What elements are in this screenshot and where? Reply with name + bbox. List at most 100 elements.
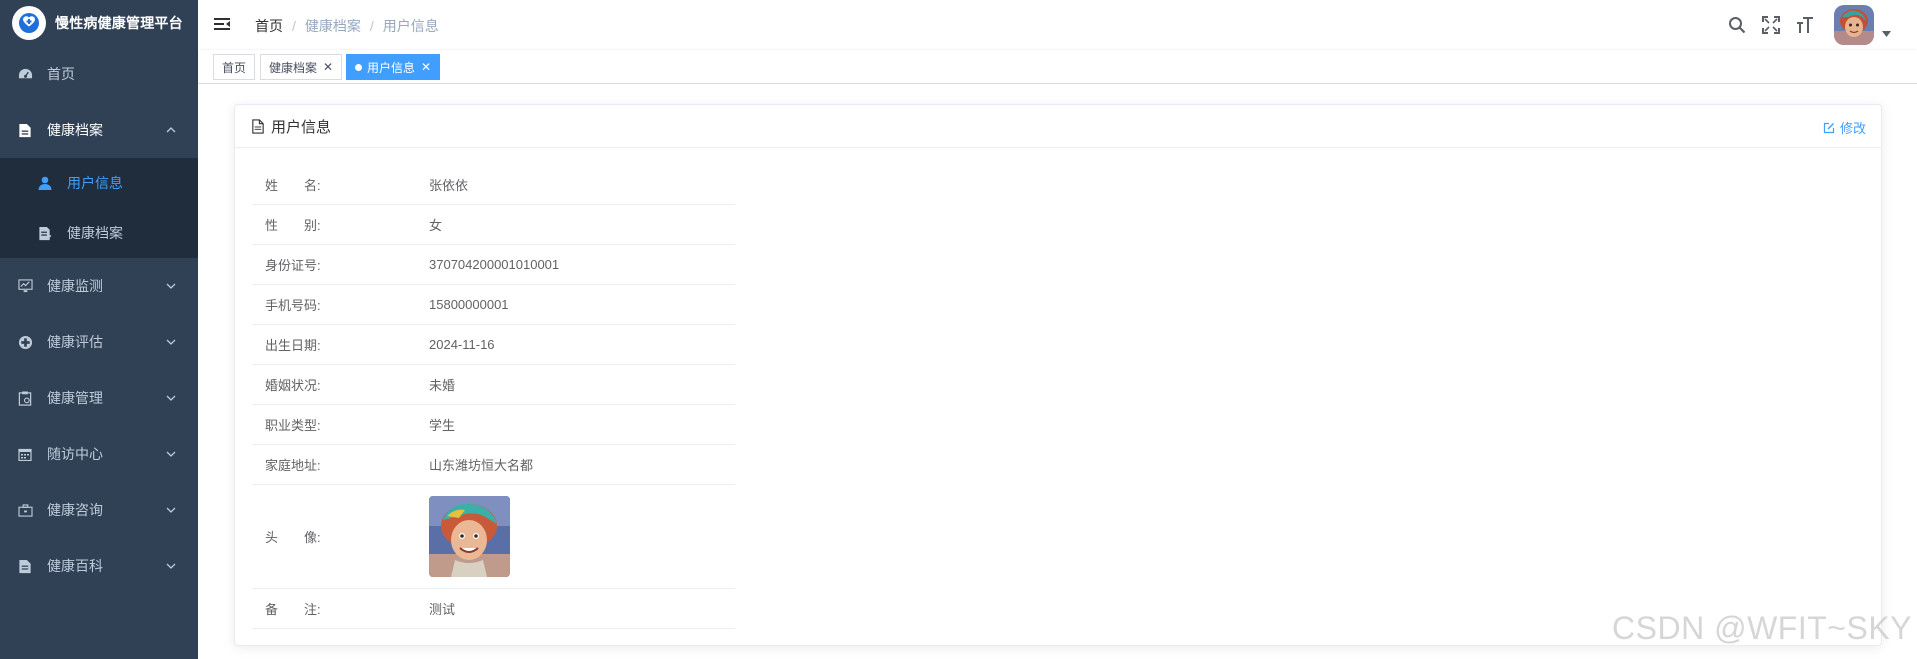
row-label: 性 别: (265, 218, 321, 233)
row-label: 婚姻状况: (265, 378, 321, 393)
breadcrumb-separator: / (292, 18, 296, 34)
table-row: 手机号码: 15800000001 (253, 285, 735, 325)
chevron-down-icon (166, 507, 176, 513)
sidebar-item-label: 健康评估 (47, 334, 103, 350)
sidebar-item-health-file[interactable]: 健康档案 (0, 208, 198, 258)
sidebar-item-label: 首页 (47, 66, 75, 82)
close-icon[interactable]: ✕ (421, 60, 431, 74)
breadcrumb-health-records: 健康档案 (304, 18, 361, 34)
calendar-icon (17, 446, 33, 462)
table-row: 身份证号: 370704200001010001 (253, 245, 735, 285)
card-title: 用户信息 (271, 118, 332, 136)
row-value: 女 (429, 218, 443, 233)
logo[interactable]: 慢性病健康管理平台 (0, 0, 198, 46)
sidebar-item-health-consultation[interactable]: 健康咨询 (0, 482, 198, 538)
row-label: 头 像: (265, 530, 321, 545)
tag-label: 健康档案 (269, 60, 318, 75)
chevron-down-icon (166, 563, 176, 569)
fullscreen-icon[interactable] (1754, 0, 1788, 50)
tag-health-records[interactable]: 健康档案 ✕ (260, 54, 343, 80)
avatar[interactable] (1834, 5, 1874, 45)
row-value: 370704200001010001 (429, 257, 560, 272)
breadcrumb-separator: / (369, 18, 374, 34)
row-label: 姓 名: (265, 178, 321, 193)
table-row: 性 别: 女 (253, 205, 735, 245)
search-icon[interactable] (1720, 0, 1754, 50)
sidebar: 慢性病健康管理平台 首页 健康档案 用户信息 健康档案 健康监测 健康评估 健康… (0, 0, 198, 659)
row-label: 身份证号: (265, 258, 321, 273)
row-value: 15800000001 (429, 297, 509, 312)
tags-view: 首页 健康档案 ✕ 用户信息 ✕ (198, 50, 1917, 84)
hamburger-icon[interactable] (212, 14, 232, 34)
user-menu[interactable] (1834, 5, 1891, 45)
chevron-up-icon (166, 127, 176, 133)
main-content: 用户信息 修改 姓 名: 张依依 性 别: 女 身份证号: 3707042000… (198, 84, 1917, 659)
chevron-down-icon (166, 451, 176, 457)
sidebar-item-label: 随访中心 (47, 446, 103, 462)
sidebar-item-user-info[interactable]: 用户信息 (0, 158, 198, 208)
user-icon (37, 175, 53, 191)
tag-home[interactable]: 首页 (213, 54, 256, 80)
sidebar-item-label: 健康监测 (47, 278, 103, 294)
caret-down-icon[interactable] (1882, 31, 1891, 37)
row-value: 2024-11-16 (429, 337, 495, 352)
document-icon (252, 118, 264, 134)
navbar-right (1720, 0, 1917, 50)
table-row: 职业类型: 学生 (253, 405, 735, 445)
chevron-down-icon (166, 339, 176, 345)
table-row: 家庭地址: 山东潍坊恒大名都 (253, 445, 735, 485)
user-info-card: 用户信息 修改 姓 名: 张依依 性 别: 女 身份证号: 3707042000… (234, 104, 1882, 646)
row-value: 测试 (429, 602, 456, 617)
dashboard-icon (17, 66, 33, 82)
app-title: 慢性病健康管理平台 (55, 15, 183, 31)
logo-icon (12, 6, 46, 40)
table-row: 出生日期: 2024-11-16 (253, 325, 735, 365)
top-navbar: 首页 / 健康档案 / 用户信息 (198, 0, 1917, 50)
row-value: 山东潍坊恒大名都 (429, 458, 534, 473)
sidebar-item-label: 健康咨询 (47, 502, 103, 518)
sidebar-item-label: 健康档案 (47, 122, 103, 138)
sidebar-item-health-assessment[interactable]: 健康评估 (0, 314, 198, 370)
sidebar-item-label: 健康管理 (47, 390, 103, 406)
sidebar-item-label: 健康百科 (47, 558, 103, 574)
edit-button[interactable]: 修改 (1823, 118, 1866, 137)
sidebar-item-label: 健康档案 (67, 225, 123, 241)
edit-icon (1823, 122, 1835, 133)
row-label: 备 注: (265, 602, 321, 617)
active-dot-icon (355, 63, 362, 71)
table-row: 头 像: (253, 485, 735, 589)
close-icon[interactable]: ✕ (323, 60, 333, 74)
sidebar-item-home[interactable]: 首页 (0, 46, 198, 102)
row-value: 张依依 (429, 178, 469, 193)
row-value: 未婚 (429, 378, 456, 393)
sidebar-item-health-management[interactable]: 健康管理 (0, 370, 198, 426)
card-header: 用户信息 修改 (235, 105, 1881, 148)
chevron-down-icon (166, 283, 176, 289)
submenu-health-records: 用户信息 健康档案 (0, 158, 198, 258)
document-icon (17, 122, 33, 138)
sidebar-item-health-encyclopedia[interactable]: 健康百科 (0, 538, 198, 594)
breadcrumb: 首页 / 健康档案 / 用户信息 (255, 16, 439, 36)
edit-label: 修改 (1839, 121, 1866, 136)
tag-user-info[interactable]: 用户信息 ✕ (346, 54, 441, 80)
table-row: 备 注: 测试 (253, 589, 735, 629)
info-table: 姓 名: 张依依 性 别: 女 身份证号: 370704200001010001… (253, 165, 735, 629)
font-size-icon[interactable] (1788, 0, 1822, 50)
sidebar-item-followup-center[interactable]: 随访中心 (0, 426, 198, 482)
breadcrumb-user-info: 用户信息 (382, 18, 439, 34)
file-edit-icon (37, 225, 53, 241)
row-value: 学生 (429, 418, 456, 433)
monitor-chart-icon (17, 278, 33, 294)
table-row: 姓 名: 张依依 (253, 165, 735, 205)
row-label: 手机号码: (265, 298, 321, 313)
breadcrumb-home[interactable]: 首页 (255, 16, 283, 36)
briefcase-icon (17, 502, 33, 518)
tag-label: 首页 (222, 60, 247, 75)
sidebar-item-health-monitoring[interactable]: 健康监测 (0, 258, 198, 314)
tag-label: 用户信息 (367, 60, 416, 75)
row-label: 职业类型: (265, 418, 321, 433)
chevron-down-icon (166, 395, 176, 401)
watermark: CSDN @WFIT~SKY (1612, 610, 1912, 646)
clipboard-icon (17, 390, 33, 406)
sidebar-item-health-records[interactable]: 健康档案 (0, 102, 198, 158)
